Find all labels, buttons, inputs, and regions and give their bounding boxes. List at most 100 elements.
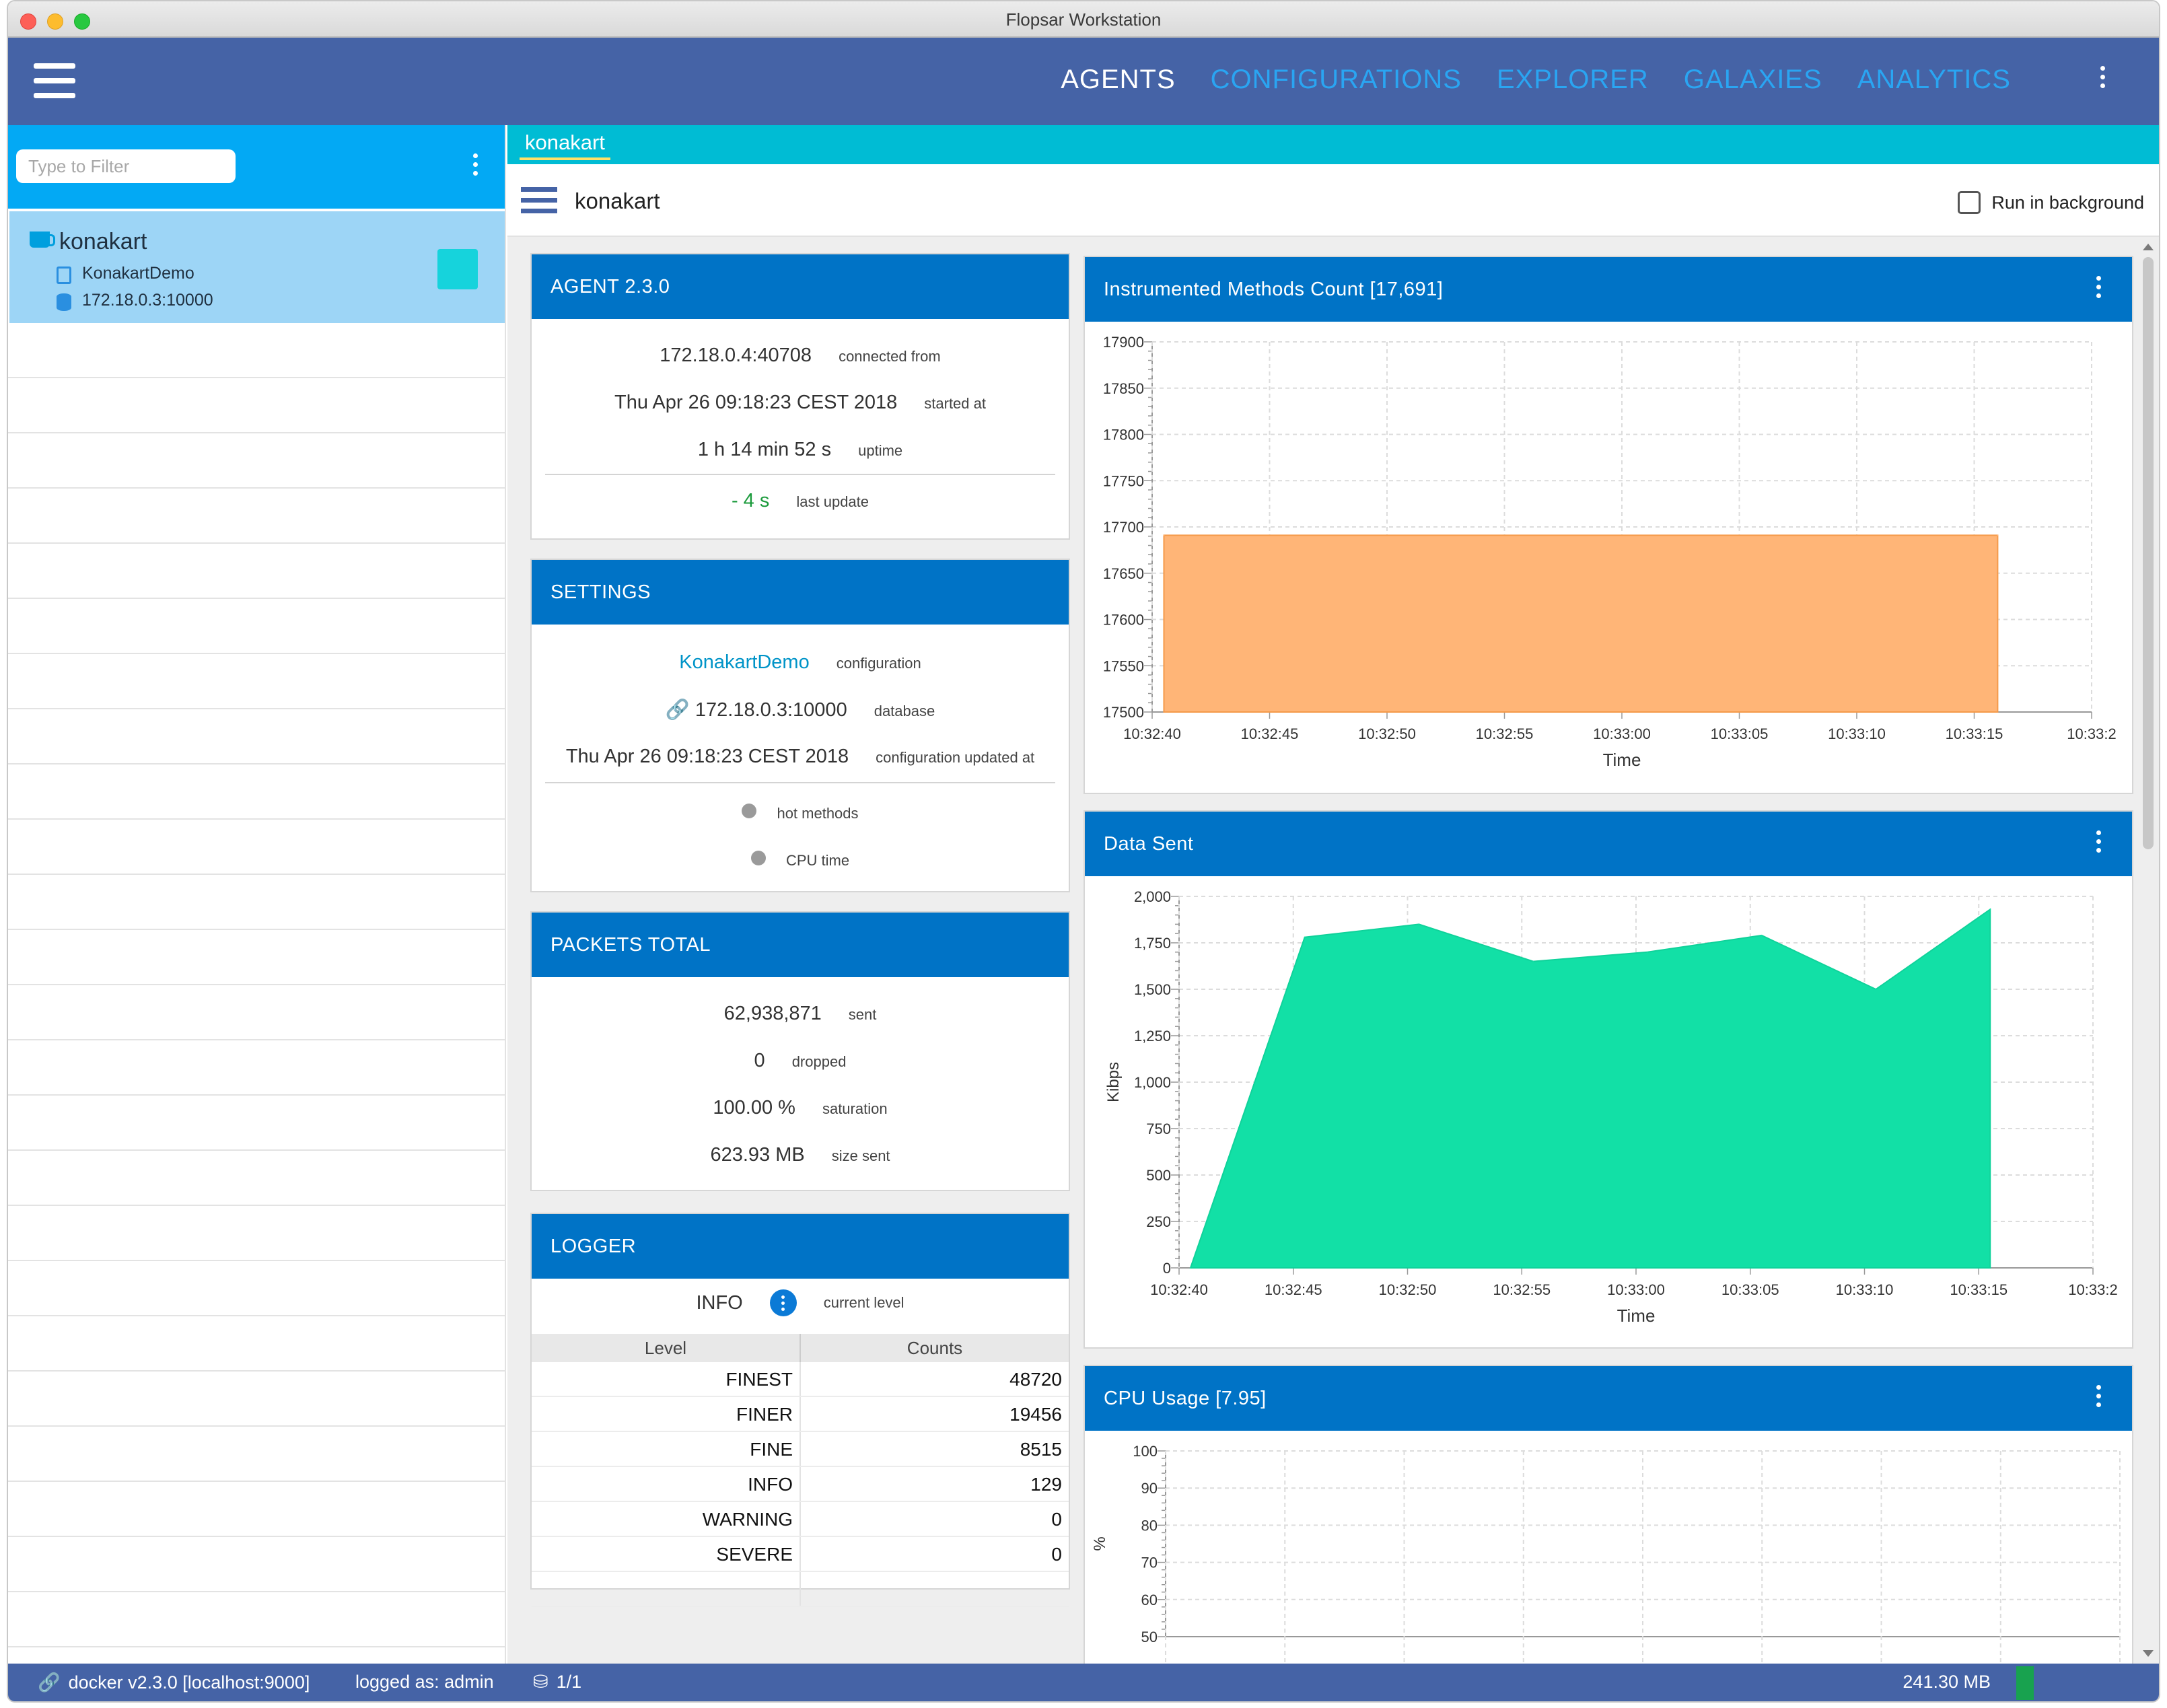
data-point: [1304, 936, 1306, 938]
y-tick-label: 1,000: [1134, 1074, 1171, 1091]
tab-explorer[interactable]: EXPLORER: [1497, 65, 1649, 95]
connected-from-row: 172.18.0.4:40708 connected from: [532, 345, 1069, 367]
x-tick-label: 10:32:45: [1265, 1281, 1322, 1298]
y-tick-label: 500: [1146, 1167, 1171, 1184]
link-icon: 🔗: [665, 699, 690, 721]
size-sent-label: size sent: [831, 1147, 890, 1164]
table-row: SEVERE 0: [532, 1537, 1069, 1572]
tab-galaxies[interactable]: GALAXIES: [1684, 65, 1822, 95]
level-cell: INFO: [532, 1467, 801, 1501]
count-cell: 0: [1051, 1509, 1062, 1530]
started-at-label: started at: [924, 395, 986, 412]
sent-row: 62,938,871 sent: [532, 1003, 1069, 1025]
window-title: Flopsar Workstation: [1005, 9, 1162, 30]
y-tick-label: 60: [1141, 1592, 1158, 1608]
data-sent-card: Data Sent 2,000 1,750 1,500 1,250 1,000 750 50…: [1084, 810, 2133, 1349]
dropped-value: 0: [754, 1050, 765, 1071]
main-menu-icon[interactable]: [34, 63, 75, 100]
last-update-label: last update: [796, 493, 869, 510]
data-point: [1418, 923, 1420, 925]
agent-name: konakart: [59, 229, 147, 254]
configuration-link[interactable]: KonakartDemo: [679, 651, 809, 674]
hot-methods-label: hot methods: [777, 805, 859, 822]
level-cell: FINER: [532, 1397, 801, 1431]
data-point: [1163, 534, 1165, 536]
y-tick-label: 17700: [1103, 519, 1144, 536]
agent-title: konakart: [575, 188, 660, 213]
data-sent-title: Data Sent: [1085, 812, 2132, 876]
chart-more-icon[interactable]: [2096, 830, 2101, 853]
y-tick-label: 1,500: [1134, 981, 1171, 998]
started-at-row: Thu Apr 26 09:18:23 CEST 2018 started at: [532, 392, 1069, 414]
config-updated-row: Thu Apr 26 09:18:23 CEST 2018 configurat…: [532, 746, 1069, 768]
settings-card-title: SETTINGS: [532, 560, 1069, 625]
title-bar: Flopsar Workstation: [8, 1, 2159, 38]
checkbox-icon[interactable]: [1958, 191, 1981, 214]
agent-list-item[interactable]: konakart KonakartDemo 172.18.0.3:10000: [9, 211, 505, 323]
sidebar-more-icon[interactable]: [473, 153, 478, 176]
tab-analytics[interactable]: ANALYTICS: [1857, 65, 2011, 95]
app-window: Flopsar Workstation AGENTS CONFIGURATION…: [7, 0, 2160, 1703]
count-cell: 48720: [1009, 1369, 1062, 1390]
sent-value: 62,938,871: [723, 1003, 822, 1024]
x-tick-label: 10:33:00: [1593, 725, 1651, 742]
more-vert-icon[interactable]: [2100, 66, 2105, 88]
x-tick-label: 10:33:10: [1828, 725, 1886, 742]
agent-card-title: AGENT 2.3.0: [532, 254, 1069, 319]
chart-more-icon[interactable]: [2096, 1385, 2101, 1407]
level-column-header[interactable]: Level: [532, 1334, 801, 1362]
uptime-row: 1 h 14 min 52 s uptime: [532, 439, 1069, 461]
tab-agents[interactable]: AGENTS: [1061, 65, 1175, 95]
x-tick-label: 10:33:15: [1946, 725, 2003, 742]
database-icon: [57, 293, 71, 311]
data-sent-chart: 2,000 1,750 1,500 1,250 1,000 750 500 250 0 10:32…: [1104, 888, 2118, 1326]
scroll-up-icon[interactable]: [2143, 244, 2154, 250]
level-menu-icon[interactable]: [769, 1289, 797, 1316]
filter-input[interactable]: [16, 149, 236, 183]
cpu-usage-chart: 100 90 80 70 60 50%: [1091, 1443, 2121, 1668]
current-level-row: INFO current level: [532, 1289, 1069, 1316]
data-point: [1997, 534, 1999, 536]
agent-tab[interactable]: konakart: [520, 131, 610, 160]
series-area: [1189, 908, 1991, 1269]
y-tick-label: 90: [1141, 1480, 1158, 1497]
data-point: [1989, 909, 1991, 911]
logger-table: Level Counts FINEST 48720 FINER 19456 FINE…: [532, 1334, 1069, 1607]
main-content: konakart konakart Run in background AGEN…: [507, 125, 2159, 1668]
counts-column-header[interactable]: Counts: [801, 1334, 1069, 1362]
x-axis-label: Time: [1603, 750, 1641, 770]
scroll-down-icon[interactable]: [2143, 1650, 2154, 1657]
filter-bar: [8, 125, 505, 209]
packets-card: PACKETS TOTAL 62,938,871 sent 0 dropped …: [530, 911, 1070, 1191]
y-tick-label: 1,750: [1134, 935, 1171, 952]
y-tick-label: 750: [1146, 1120, 1171, 1137]
empty-list-rows: [8, 323, 506, 1647]
database-value: 172.18.0.3:10000: [695, 699, 847, 721]
agent-tab-strip: konakart: [507, 125, 2159, 164]
x-tick-label: 10:33:2: [2068, 1281, 2117, 1298]
y-tick-label: 17550: [1103, 657, 1144, 674]
agent-toolbar: konakart Run in background: [507, 164, 2159, 237]
y-tick-label: 17750: [1103, 472, 1144, 489]
y-tick-label: 17900: [1103, 334, 1144, 351]
cpu-time-label: CPU time: [785, 852, 850, 869]
last-update-value: - 4 s: [731, 490, 770, 511]
packets-card-title: PACKETS TOTAL: [532, 913, 1069, 977]
table-row: [532, 1572, 1069, 1607]
scroll-thumb[interactable]: [2143, 257, 2154, 849]
agent-status-indicator: [437, 249, 478, 289]
x-tick-label: 10:32:50: [1379, 1281, 1437, 1298]
saturation-value: 100.00 %: [713, 1097, 795, 1118]
list-menu-icon[interactable]: [521, 187, 557, 219]
tab-configurations[interactable]: CONFIGURATIONS: [1211, 65, 1462, 95]
x-axis-label: Time: [1617, 1306, 1656, 1326]
content-scrollbar[interactable]: [2140, 244, 2156, 1657]
db-label: 1/1: [556, 1672, 582, 1692]
y-tick-label: 17500: [1103, 704, 1144, 721]
run-in-background-toggle[interactable]: Run in background: [1958, 191, 2144, 214]
chart-more-icon[interactable]: [2096, 276, 2101, 298]
agent-database: 172.18.0.3:10000: [82, 291, 213, 310]
y-tick-label: 0: [1163, 1260, 1171, 1277]
server-label: docker v2.3.0 [localhost:9000]: [68, 1672, 310, 1693]
memory-status: 241.30 MB: [1903, 1672, 1991, 1693]
